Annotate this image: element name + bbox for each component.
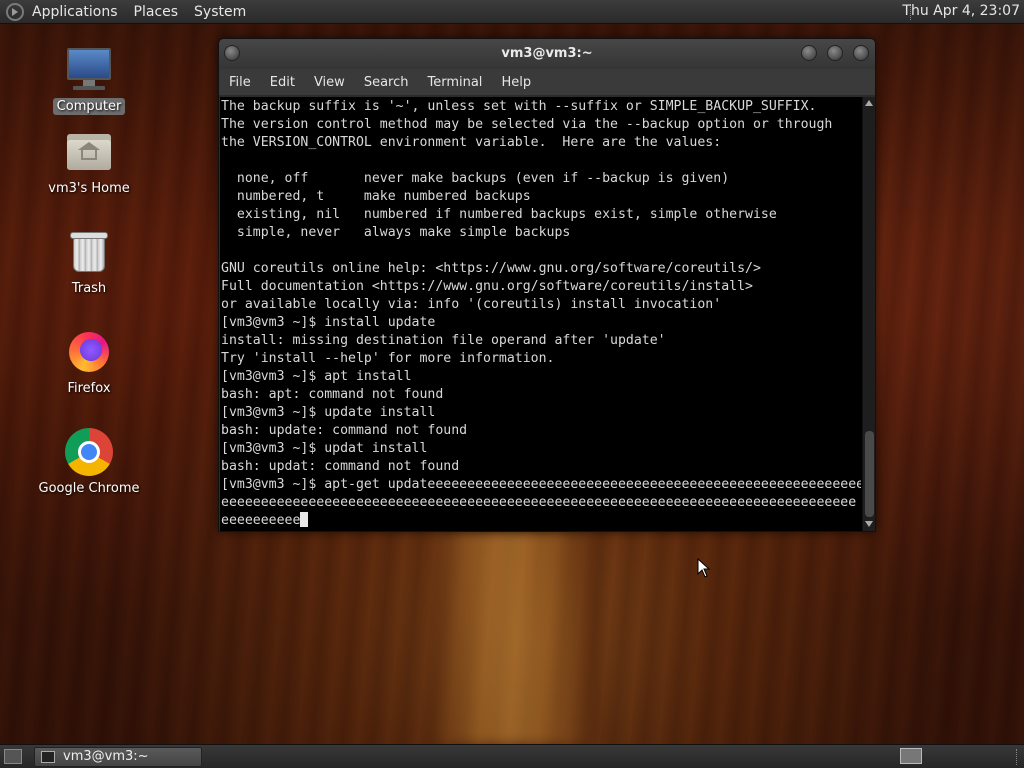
desktop-icon-label: Computer	[52, 98, 126, 115]
desktop-icon-label: Google Chrome	[38, 481, 140, 496]
desktop-icon-trash[interactable]: Trash	[34, 228, 144, 297]
chrome-icon	[65, 428, 113, 476]
scroll-up-icon[interactable]	[865, 100, 873, 106]
text-cursor	[300, 512, 309, 527]
terminal-output-area[interactable]: The backup suffix is '~', unless set wit…	[220, 97, 875, 531]
terminal-current-line: eeeeeeeeee	[221, 512, 861, 530]
terminal-line: bash: update: command not found	[221, 423, 468, 438]
firefox-icon	[65, 328, 113, 376]
minimize-button[interactable]	[801, 45, 817, 61]
terminal-line: install: missing destination file operan…	[221, 333, 666, 348]
taskbar-terminal-button[interactable]: vm3@vm3:~	[34, 747, 202, 767]
terminal-line: eeeeeeeeee	[221, 513, 301, 528]
taskbar-button-label: vm3@vm3:~	[63, 749, 149, 764]
menu-file[interactable]: File	[229, 75, 251, 90]
desktop-icon-firefox[interactable]: Firefox	[34, 328, 144, 397]
terminal-line: The backup suffix is '~', unless set wit…	[221, 99, 817, 114]
terminal-line: [vm3@vm3 ~]$ apt install	[221, 369, 412, 384]
terminal-line: [vm3@vm3 ~]$ apt-get updateeeeeeeeeeeeee…	[221, 477, 861, 492]
panel-separator	[1016, 749, 1018, 765]
scroll-down-icon[interactable]	[865, 521, 873, 527]
window-title: vm3@vm3:~	[501, 46, 593, 61]
terminal-icon	[41, 751, 55, 763]
menu-help[interactable]: Help	[501, 75, 531, 90]
terminal-line: the VERSION_CONTROL environment variable…	[221, 135, 722, 150]
terminal-line: GNU coreutils online help: <https://www.…	[221, 261, 761, 276]
trash-icon	[65, 228, 113, 276]
workspace-switcher[interactable]	[900, 748, 922, 764]
terminal-line: [vm3@vm3 ~]$ update install	[221, 405, 436, 420]
close-button[interactable]	[853, 45, 869, 61]
terminal-line: ​	[221, 242, 861, 260]
terminal-line: existing, nil numbered if numbered backu…	[221, 207, 777, 222]
terminal-line: or available locally via: info '(coreuti…	[221, 297, 722, 312]
clock[interactable]: Thu Apr 4, 23:07	[902, 3, 1020, 19]
mouse-pointer-icon	[697, 558, 711, 578]
computer-icon	[65, 46, 113, 94]
show-desktop-icon[interactable]	[4, 749, 22, 764]
terminal-line: Full documentation <https://www.gnu.org/…	[221, 279, 753, 294]
desktop-icon-chrome[interactable]: Google Chrome	[34, 428, 144, 497]
maximize-button[interactable]	[827, 45, 843, 61]
scrollbar-thumb[interactable]	[865, 431, 874, 517]
bottom-panel: vm3@vm3:~	[0, 744, 1024, 768]
menu-edit[interactable]: Edit	[270, 75, 295, 90]
home-folder-icon	[65, 128, 113, 176]
menu-view[interactable]: View	[314, 75, 345, 90]
terminal-line: eeeeeeeeeeeeeeeeeeeeeeeeeeeeeeeeeeeeeeee…	[221, 495, 857, 510]
terminal-menubar: File Edit View Search Terminal Help	[219, 69, 875, 95]
system-menu[interactable]: System	[194, 4, 246, 20]
desktop-icon-home[interactable]: vm3's Home	[34, 128, 144, 197]
terminal-line: ​	[221, 152, 861, 170]
terminal-line: [vm3@vm3 ~]$ updat install	[221, 441, 428, 456]
terminal-line: bash: updat: command not found	[221, 459, 460, 474]
terminal-line: none, off never make backups (even if --…	[221, 171, 730, 186]
menu-search[interactable]: Search	[364, 75, 409, 90]
distro-logo-icon[interactable]	[6, 2, 24, 21]
window-menu-icon[interactable]	[224, 45, 240, 61]
desktop-icon-label: Firefox	[67, 381, 111, 396]
terminal-text[interactable]: The backup suffix is '~', unless set wit…	[221, 97, 861, 531]
terminal-window[interactable]: vm3@vm3:~ File Edit View Search Terminal…	[218, 38, 876, 532]
desktop-icon-computer[interactable]: Computer	[34, 46, 144, 115]
desktop-icon-label: Trash	[71, 281, 107, 296]
menu-terminal[interactable]: Terminal	[427, 75, 482, 90]
terminal-line: Try 'install --help' for more informatio…	[221, 351, 555, 366]
terminal-line: bash: apt: command not found	[221, 387, 444, 402]
terminal-scrollbar[interactable]	[862, 97, 875, 531]
top-panel: Applications Places System Thu Apr 4, 23…	[0, 0, 1024, 24]
wallpaper-tree-trunk	[430, 530, 600, 744]
terminal-line: simple, never always make simple backups	[221, 225, 571, 240]
terminal-line: numbered, t make numbered backups	[221, 189, 531, 204]
terminal-line: [vm3@vm3 ~]$ install update	[221, 315, 436, 330]
places-menu[interactable]: Places	[134, 4, 179, 20]
desktop-icon-label: vm3's Home	[48, 181, 130, 196]
applications-menu[interactable]: Applications	[32, 4, 118, 20]
window-titlebar[interactable]: vm3@vm3:~	[219, 39, 875, 69]
terminal-line: The version control method may be select…	[221, 117, 833, 132]
